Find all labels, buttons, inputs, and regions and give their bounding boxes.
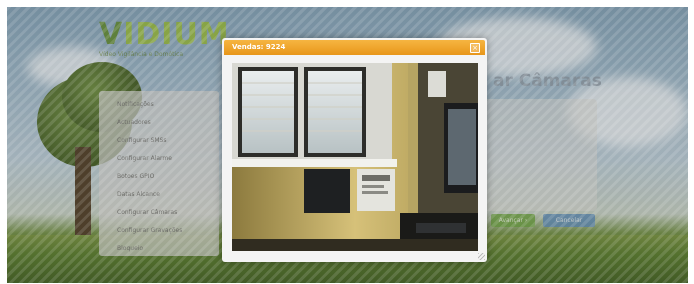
resize-handle[interactable] bbox=[478, 253, 485, 260]
modal-header[interactable]: Vendas: 9224 × bbox=[224, 40, 485, 55]
camera-modal: Vendas: 9224 × bbox=[222, 38, 487, 262]
close-icon[interactable]: × bbox=[470, 43, 480, 53]
modal-title: Vendas: 9224 bbox=[232, 43, 286, 51]
camera-frame-image bbox=[232, 63, 478, 251]
camera-video-feed bbox=[232, 63, 478, 251]
background-page: VIDIUM Vídeo Vigilância e Domótica ar Câ… bbox=[7, 7, 688, 283]
